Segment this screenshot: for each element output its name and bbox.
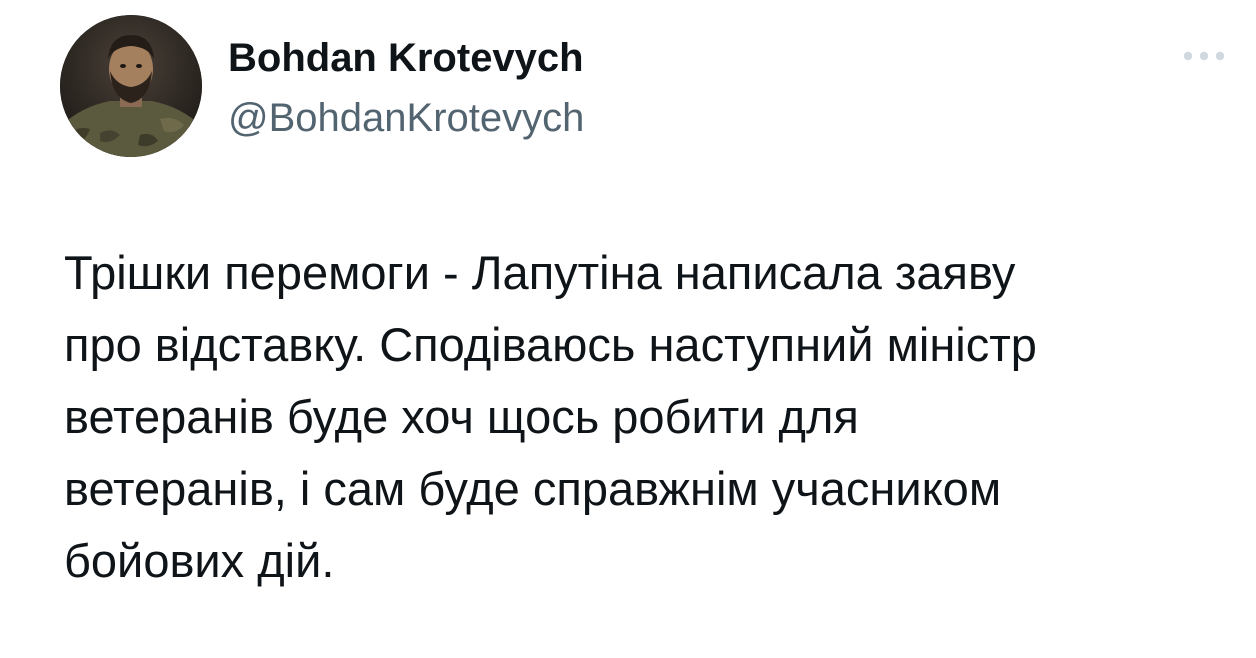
author-display-name[interactable]: Bohdan Krotevych xyxy=(228,32,584,84)
tweet-text: Трішки перемоги - Лапутіна написала заяв… xyxy=(64,246,1037,587)
more-options-button[interactable] xyxy=(1176,40,1232,72)
tweet-card: Bohdan Krotevych @BohdanKrotevych Трішки… xyxy=(0,0,1256,658)
avatar[interactable] xyxy=(60,15,202,157)
avatar-image xyxy=(60,15,202,157)
author-handle[interactable]: @BohdanKrotevych xyxy=(228,92,584,144)
ellipsis-icon xyxy=(1183,51,1225,61)
